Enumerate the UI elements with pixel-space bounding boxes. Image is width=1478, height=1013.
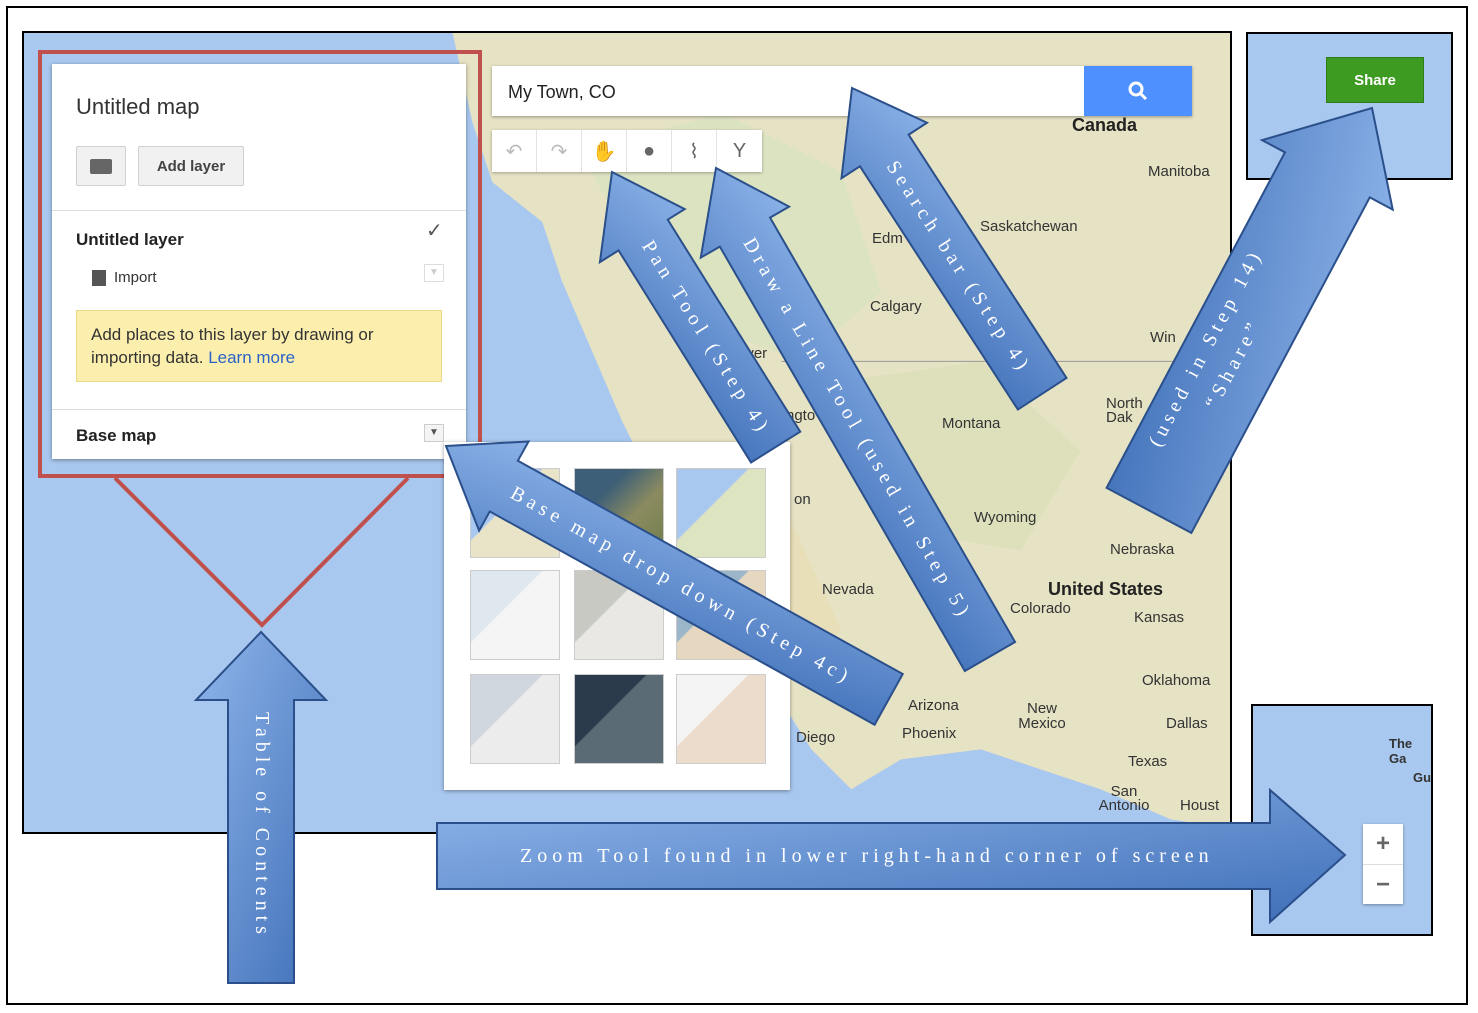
zoom-in-button[interactable]: + [1363,824,1403,865]
map-label-phoenix: Phoenix [902,725,957,742]
map-label-gambia: The Ga [1389,736,1413,766]
base-map-tile-dark-landmass[interactable] [574,674,664,764]
map-label-new-mexico: New Mexico [1018,700,1066,732]
marker-icon: ● [642,139,656,162]
map-label-vancouver: uver [738,345,768,362]
share-callout-box [1246,32,1453,180]
map-label-arizona: Arizona [908,697,959,714]
toc-highlight-box [38,50,482,478]
map-label-colorado: Colorado [1010,600,1071,617]
map-label-manitoba: Manitoba [1148,163,1210,180]
base-map-tile-terrain[interactable] [676,468,766,558]
map-label-san-antonio: San Antonio [1098,783,1150,814]
base-map-tile-simple-atlas[interactable] [676,570,766,660]
hand-icon: ✋ [591,140,617,163]
add-marker-button[interactable]: ● [627,130,672,172]
map-label-guinea: Guine [1413,770,1432,785]
map-toolbar: ↶ ↷ ✋ ● ⌇ Y [492,130,762,172]
map-label-saskatchewan: Saskatchewan [980,218,1078,235]
draw-line-icon: ⌇ [689,140,699,163]
search-icon [1128,81,1148,101]
share-button[interactable]: Share [1326,57,1424,103]
map-label-oregon: on [794,491,811,508]
zoom-callout-box: The Ga Guine [1251,704,1433,936]
search-button[interactable] [1084,66,1192,116]
draw-line-button[interactable]: ⌇ [672,130,717,172]
base-map-gallery [444,442,790,790]
map-label-winnipeg: Win [1150,329,1176,346]
base-map-tile-mono-city[interactable] [574,570,664,660]
map-label-houston: Houst [1180,797,1220,814]
search-bar: My Town, CO [492,66,1192,116]
undo-button[interactable]: ↶ [492,130,537,172]
base-map-tile-map[interactable] [470,468,560,558]
map-label-nevada: Nevada [822,581,874,598]
map-label-oklahoma: Oklahoma [1142,672,1211,689]
map-label-washington: ngto [786,407,816,424]
pan-tool-button[interactable]: ✋ [582,130,627,172]
redo-icon: ↷ [550,140,568,163]
map-label-united-states: United States [1048,579,1164,599]
directions-icon: Y [732,139,747,162]
map-label-dallas: Dallas [1166,715,1208,732]
map-label-wyoming: Wyoming [974,509,1037,526]
directions-button[interactable]: Y [717,130,762,172]
map-label-montana: Montana [942,415,1001,432]
undo-icon: ↶ [505,140,523,163]
base-map-tile-satellite[interactable] [574,468,664,558]
map-label-san-diego: Diego [796,729,836,746]
map-label-texas: Texas [1128,753,1168,770]
base-map-tile-light-political[interactable] [470,570,560,660]
zoom-out-button[interactable]: − [1363,865,1403,905]
base-map-tile-whitewater[interactable] [676,674,766,764]
base-map-tile-light-landmass[interactable] [470,674,560,764]
map-label-canada: Canada [1072,115,1138,135]
map-label-calgary: Calgary [870,298,922,315]
map-label-kansas: Kansas [1134,609,1185,626]
zoom-control: + − [1363,824,1403,904]
map-label-nebraska: Nebraska [1110,541,1175,558]
search-input[interactable]: My Town, CO [508,82,616,103]
map-label-north-dakota: North Dak [1106,395,1143,426]
redo-button[interactable]: ↷ [537,130,582,172]
map-label-edmonton: Edm [872,230,903,247]
